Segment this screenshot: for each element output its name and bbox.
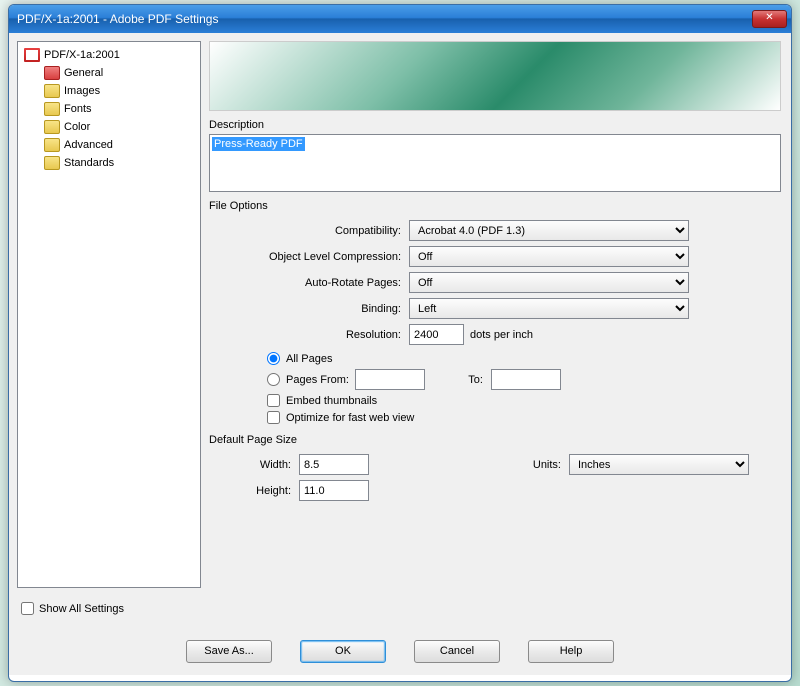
tree-item-standards[interactable]: Standards [20,154,198,172]
window-title: PDF/X-1a:2001 - Adobe PDF Settings [17,12,752,26]
show-all-checkbox-input[interactable] [21,602,34,615]
folder-icon [44,120,60,134]
tree-root[interactable]: PDF/X-1a:2001 [20,46,198,64]
description-group: Description Press-Ready PDF [209,117,781,192]
all-pages-radio[interactable] [267,352,280,365]
pages-to-label: To: [431,374,491,386]
header-banner [209,41,781,111]
auto-rotate-label: Auto-Rotate Pages: [209,277,409,289]
description-label: Description [209,117,781,134]
tree-item-label: Standards [64,157,114,169]
file-options-label: File Options [209,198,781,215]
file-options-group: File Options Compatibility: Acrobat 4.0 … [209,198,781,426]
tree-item-fonts[interactable]: Fonts [20,100,198,118]
height-input[interactable] [299,480,369,501]
settings-tree[interactable]: PDF/X-1a:2001 General Images Fonts Color [17,41,201,588]
resolution-input[interactable] [409,324,464,345]
description-value: Press-Ready PDF [212,137,305,151]
close-button[interactable]: ✕ [752,10,787,28]
resolution-label: Resolution: [209,329,409,341]
tree-item-advanced[interactable]: Advanced [20,136,198,154]
auto-rotate-select[interactable]: Off [409,272,689,293]
ok-button[interactable]: OK [300,640,386,663]
binding-select[interactable]: Left [409,298,689,319]
tree-root-label: PDF/X-1a:2001 [44,49,120,61]
button-bar: Save As... OK Cancel Help [9,627,791,675]
description-textarea[interactable]: Press-Ready PDF [209,134,781,192]
window-body: PDF/X-1a:2001 General Images Fonts Color [9,33,791,627]
all-pages-label: All Pages [286,353,332,365]
obj-compression-label: Object Level Compression: [209,251,409,263]
titlebar: PDF/X-1a:2001 - Adobe PDF Settings ✕ [9,5,791,33]
compatibility-label: Compatibility: [209,225,409,237]
height-label: Height: [209,485,299,497]
units-label: Units: [489,459,569,471]
pages-to-input[interactable] [491,369,561,390]
tree-item-color[interactable]: Color [20,118,198,136]
tree-item-general[interactable]: General [20,64,198,82]
tree-item-label: Images [64,85,100,97]
sidebar: PDF/X-1a:2001 General Images Fonts Color [9,33,209,627]
folder-icon [44,156,60,170]
tree-item-label: Advanced [64,139,113,151]
optimize-web-checkbox[interactable] [267,411,280,424]
default-page-size-label: Default Page Size [209,432,781,449]
tree-item-label: General [64,67,103,79]
tree-item-label: Fonts [64,103,92,115]
show-all-label: Show All Settings [39,603,124,615]
pages-from-radio[interactable] [267,373,280,386]
main-panel: Description Press-Ready PDF File Options… [209,33,791,627]
width-label: Width: [209,459,299,471]
embed-thumbnails-checkbox[interactable] [267,394,280,407]
obj-compression-select[interactable]: Off [409,246,689,267]
default-page-size-group: Default Page Size Width: Units: Inches H… [209,432,781,506]
tree-item-label: Color [64,121,90,133]
cancel-button[interactable]: Cancel [414,640,500,663]
save-as-button[interactable]: Save As... [186,640,272,663]
embed-thumbnails-label: Embed thumbnails [286,395,377,407]
resolution-unit: dots per inch [470,329,533,341]
width-input[interactable] [299,454,369,475]
show-all-settings-checkbox[interactable]: Show All Settings [17,598,201,619]
dialog-window: PDF/X-1a:2001 - Adobe PDF Settings ✕ PDF… [8,4,792,682]
folder-icon [44,138,60,152]
pages-from-input[interactable] [355,369,425,390]
units-select[interactable]: Inches [569,454,749,475]
compatibility-select[interactable]: Acrobat 4.0 (PDF 1.3) [409,220,689,241]
pages-from-label: Pages From: [286,374,349,386]
folder-open-icon [44,66,60,80]
help-button[interactable]: Help [528,640,614,663]
pdf-icon [24,48,40,62]
folder-icon [44,102,60,116]
binding-label: Binding: [209,303,409,315]
optimize-web-label: Optimize for fast web view [286,412,414,424]
tree-item-images[interactable]: Images [20,82,198,100]
folder-icon [44,84,60,98]
